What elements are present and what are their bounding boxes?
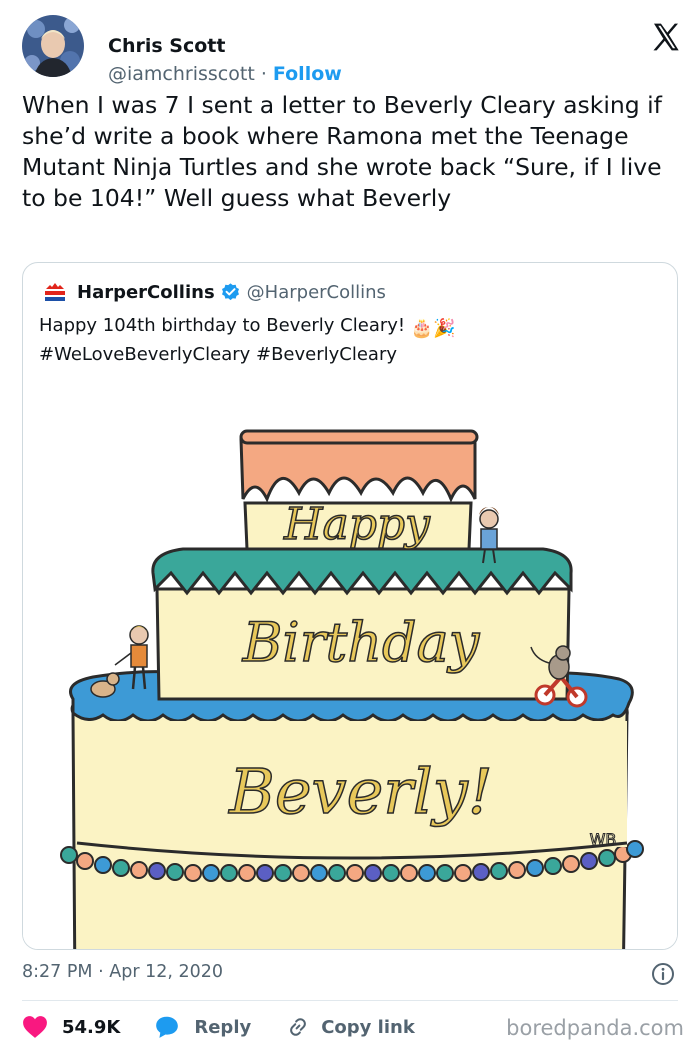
reply-bubble-icon	[156, 1016, 179, 1038]
handle-separator: ·	[260, 63, 267, 85]
quoted-author-name[interactable]: HarperCollins	[77, 282, 215, 303]
tweet-time: 8:27 PM	[22, 962, 93, 982]
like-count: 54.9K	[62, 1016, 121, 1038]
quoted-tweet-text: Happy 104th birthday to Beverly Cleary! …	[39, 313, 659, 368]
link-icon	[290, 1018, 307, 1036]
author-handle-line: @iamchrisscott · Follow	[108, 63, 342, 85]
tweet-text: When I was 7 I sent a letter to Beverly …	[22, 91, 662, 212]
cake-text-beverly: Beverly!	[228, 755, 492, 828]
follow-button[interactable]: Follow	[273, 63, 342, 85]
copy-link-label: Copy link	[321, 1016, 415, 1038]
reply-label: Reply	[194, 1016, 252, 1038]
x-logo-icon[interactable]	[650, 21, 682, 53]
author-name[interactable]: Chris Scott	[108, 35, 225, 57]
tweet-timestamp[interactable]: 8:27 PM · Apr 12, 2020	[22, 962, 223, 982]
timestamp-separator: ·	[98, 962, 104, 982]
birthday-cake-illustration[interactable]: Happy Birthday Beverly! WB	[23, 403, 677, 949]
cake-text-happy: Happy	[283, 499, 431, 550]
watermark: boredpanda.com	[506, 1016, 684, 1040]
tweet-actions: 54.9K Reply Copy link	[22, 1014, 415, 1040]
avatar-image	[22, 15, 84, 77]
reply-button[interactable]: Reply	[154, 1015, 251, 1039]
like-button[interactable]: 54.9K	[22, 1015, 120, 1039]
author-avatar[interactable]	[22, 15, 84, 77]
tweet-date: Apr 12, 2020	[109, 962, 224, 982]
birthday-emoji: 🎂🎉	[410, 318, 456, 339]
divider	[22, 1000, 678, 1001]
tweet-header: Chris Scott @iamchrisscott · Follow	[22, 15, 682, 85]
author-handle[interactable]: @iamchrisscott	[108, 63, 255, 85]
copy-link-button[interactable]: Copy link	[287, 1016, 415, 1038]
cake-text-birthday: Birthday	[242, 611, 481, 674]
quoted-tweet-header: HarperCollins @HarperCollins	[43, 280, 386, 304]
quoted-tweet[interactable]: HarperCollins @HarperCollins Happy 104th…	[22, 262, 678, 950]
verified-badge-icon	[221, 282, 239, 300]
quoted-text-line1: Happy 104th birthday to Beverly Cleary!	[39, 315, 406, 336]
quoted-text-hashtags[interactable]: #WeLoveBeverlyCleary #BeverlyCleary	[39, 344, 397, 365]
heart-icon	[23, 1016, 47, 1038]
artist-signature: WB	[590, 830, 617, 849]
quoted-author-handle[interactable]: @HarperCollins	[247, 282, 386, 303]
info-icon[interactable]	[651, 962, 675, 986]
harpercollins-logo-icon	[45, 283, 65, 301]
